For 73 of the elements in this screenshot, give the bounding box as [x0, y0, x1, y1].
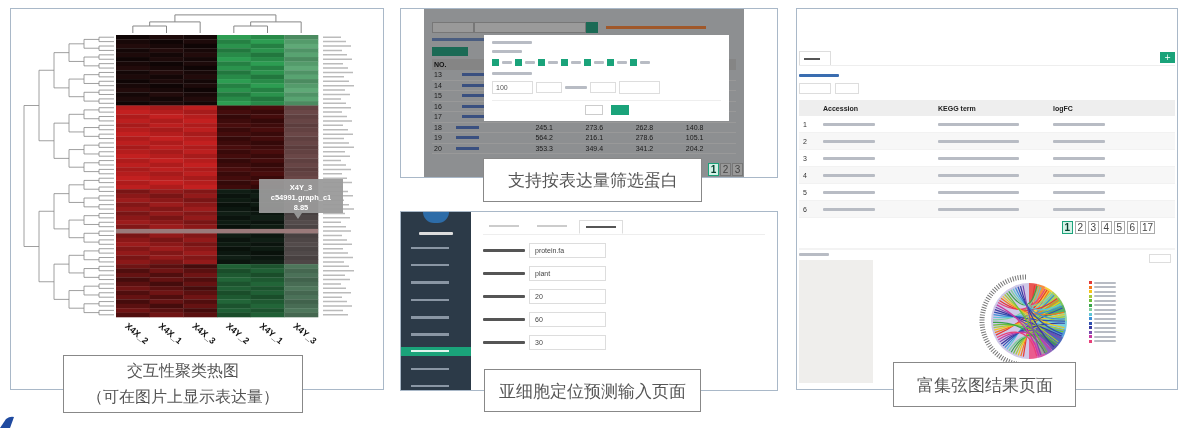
blurred-text — [483, 341, 525, 344]
page-button[interactable]: 2 — [1074, 221, 1086, 234]
cancel-button[interactable] — [584, 105, 603, 115]
blurred-text — [1053, 139, 1105, 143]
caption-text: 交互性聚类热图 — [127, 360, 239, 382]
blurred-text — [571, 61, 581, 64]
blurred-text — [483, 249, 525, 252]
blurred-text — [823, 156, 875, 160]
blurred-text — [823, 122, 875, 126]
checkbox[interactable] — [538, 59, 545, 66]
blurred-text — [823, 207, 875, 211]
checkbox[interactable] — [630, 59, 637, 66]
blurred-text — [1094, 335, 1116, 338]
checkbox[interactable] — [584, 59, 591, 66]
caption-text: （可在图片上显示表达量） — [87, 386, 279, 408]
checkbox[interactable] — [492, 59, 499, 66]
blurred-text — [594, 61, 604, 64]
blurred-text — [1053, 207, 1105, 211]
blurred-text — [823, 190, 875, 194]
blurred-text — [483, 318, 525, 321]
blurred-text — [492, 50, 522, 53]
blurred-text — [640, 61, 650, 64]
confirm-button[interactable] — [610, 105, 629, 115]
input-field[interactable] — [619, 81, 660, 94]
blurred-button[interactable] — [799, 83, 831, 94]
page-button[interactable]: 17 — [1139, 221, 1155, 234]
blurred-text — [1053, 190, 1105, 194]
blurred-text — [565, 86, 587, 89]
blurred-text — [617, 61, 627, 64]
blurred-text — [419, 232, 453, 235]
blurred-text — [483, 295, 525, 298]
blurred-text — [1094, 317, 1116, 320]
caption-text: 富集弦图结果页面 — [916, 373, 1053, 397]
logo-icon — [0, 416, 14, 428]
page-button[interactable]: 1 — [1061, 221, 1073, 234]
blurred-text — [823, 139, 875, 143]
select-field[interactable] — [432, 22, 474, 33]
search-button[interactable] — [586, 22, 598, 33]
caption-text: 亚细胞定位预测输入页面 — [499, 379, 686, 403]
page-button[interactable]: 6 — [1126, 221, 1138, 234]
page-button[interactable]: 2 — [720, 163, 731, 176]
tab[interactable] — [579, 220, 623, 234]
caption-text: 支持按表达量筛选蛋白 — [507, 169, 678, 192]
blurred-text — [1053, 173, 1105, 177]
page-button[interactable]: 4 — [1100, 221, 1112, 234]
blurred-button[interactable] — [1149, 254, 1171, 263]
blurred-text — [1053, 156, 1105, 160]
blurred-text — [525, 61, 535, 64]
blurred-text — [1094, 281, 1116, 284]
tab[interactable] — [799, 51, 831, 65]
blurred-text — [483, 272, 525, 275]
blurred-text — [1094, 290, 1116, 293]
checkbox[interactable] — [561, 59, 568, 66]
blurred-text — [1094, 308, 1116, 311]
page-button[interactable]: 3 — [1087, 221, 1099, 234]
blurred-text — [502, 61, 512, 64]
logo-icon — [423, 212, 449, 223]
page-button[interactable]: 3 — [732, 163, 743, 176]
action-button[interactable] — [432, 47, 468, 56]
blurred-text — [799, 253, 829, 256]
sidebar-item[interactable] — [401, 347, 471, 356]
blurred-text — [1094, 326, 1116, 329]
checkbox[interactable] — [607, 59, 614, 66]
blurred-text — [823, 173, 875, 177]
blurred-button[interactable] — [835, 83, 859, 94]
search-field[interactable] — [474, 22, 586, 33]
blurred-text — [1053, 122, 1105, 126]
blurred-text — [492, 72, 532, 75]
blurred-text — [548, 61, 558, 64]
checkbox[interactable] — [515, 59, 522, 66]
page-button[interactable]: 5 — [1113, 221, 1125, 234]
page-button[interactable]: 1 — [708, 163, 719, 176]
blurred-text — [1094, 299, 1116, 302]
